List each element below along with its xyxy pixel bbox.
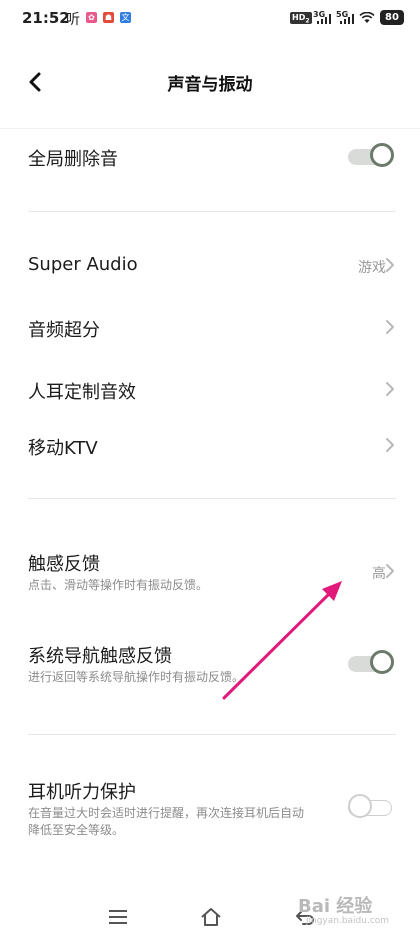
status-time: 21:52 xyxy=(22,9,70,27)
section-divider xyxy=(28,734,396,735)
app-icon-2: ☗ xyxy=(103,12,114,23)
row-label: 耳机听力保护 xyxy=(28,782,136,803)
wifi-icon xyxy=(359,12,375,23)
row-description: 在音量过大时会适时进行提醒，再次连接耳机后自动降低至安全等级。 xyxy=(28,806,305,837)
row-mobile-ktv[interactable]: 移动KTV xyxy=(0,420,420,472)
chevron-right-icon xyxy=(386,320,394,334)
section-divider xyxy=(28,498,396,499)
global-delete-sound-toggle[interactable] xyxy=(348,143,396,169)
chevron-right-icon xyxy=(386,564,394,578)
row-super-audio[interactable]: Super Audio 游戏 xyxy=(0,240,420,292)
row-headphone-protection[interactable]: 耳机听力保护 在音量过大时会适时进行提醒，再次连接耳机后自动降低至安全等级。 xyxy=(0,768,420,846)
system-nav-haptic-toggle[interactable] xyxy=(348,650,396,676)
hd-voice-icon: HD2 xyxy=(290,12,312,25)
watermark: Bai 经验 xyxy=(298,896,373,917)
page-title: 声音与振动 xyxy=(167,75,253,95)
status-ting-icon: 听 xyxy=(66,12,80,28)
super-audio-value: 游戏 xyxy=(358,260,386,276)
row-audio-super-resolution[interactable]: 音频超分 xyxy=(0,302,420,354)
headphone-protection-toggle[interactable] xyxy=(348,794,396,820)
row-custom-ear-sound[interactable]: 人耳定制音效 xyxy=(0,364,420,416)
row-label: 移动KTV xyxy=(28,438,98,459)
menu-icon[interactable] xyxy=(106,906,130,928)
row-global-delete-sound[interactable]: 全局删除音 xyxy=(0,135,420,195)
row-label: 音频超分 xyxy=(28,320,100,341)
home-icon[interactable] xyxy=(199,906,223,928)
annotation-arrow-icon xyxy=(222,581,342,700)
app-icon-3: 文 xyxy=(120,12,131,23)
row-label: Super Audio xyxy=(28,254,138,275)
chevron-right-icon xyxy=(386,438,394,452)
chevron-right-icon xyxy=(386,382,394,396)
signal-icon-1 xyxy=(317,14,331,24)
battery-icon: 80 xyxy=(380,10,404,25)
signal-icon-2 xyxy=(340,14,354,24)
row-label: 人耳定制音效 xyxy=(28,382,136,403)
app-icon-1: ✿ xyxy=(86,12,97,23)
row-label: 全局删除音 xyxy=(28,149,118,170)
section-divider xyxy=(28,211,396,212)
row-label: 触感反馈 xyxy=(28,554,100,575)
header-divider xyxy=(0,128,420,129)
watermark-url: jingyan.baidu.com xyxy=(306,916,390,926)
row-label: 系统导航触感反馈 xyxy=(28,646,172,667)
chevron-right-icon xyxy=(386,258,394,272)
